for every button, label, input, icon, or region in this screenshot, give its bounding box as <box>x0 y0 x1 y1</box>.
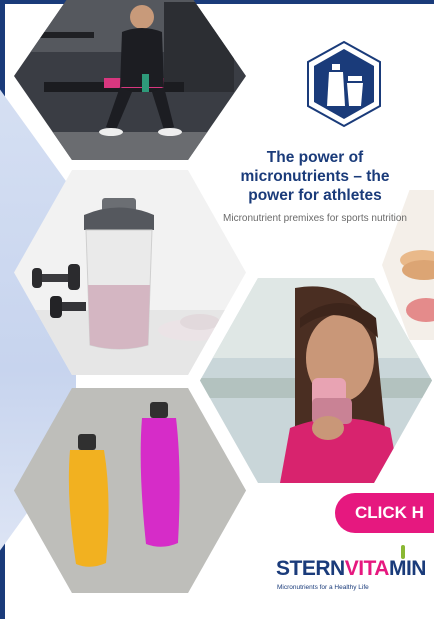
logo-part-min: MIN <box>388 557 427 580</box>
subheadline: Micronutrient premixes for sports nutrit… <box>223 213 407 224</box>
logo-wordmark: STERNVITAMIN <box>276 557 426 581</box>
logo-part-stern: STERN <box>276 557 345 580</box>
ad-banner[interactable]: The power of micronutrients – the power … <box>0 0 434 619</box>
logo-part-vita: VITA <box>344 557 390 580</box>
bottle-shaker-icon <box>307 40 381 128</box>
woman-eating-bar-photo <box>200 278 432 483</box>
athlete-gym-photo <box>14 0 246 160</box>
headline: The power of micronutrients – the power … <box>240 149 390 204</box>
click-here-button[interactable]: CLICK H <box>335 493 434 533</box>
sternvitamin-logo[interactable]: STERNVITAMIN Micronutrients for a Health… <box>276 545 426 601</box>
logo-tagline: Micronutrients for a Healthy Life <box>277 584 369 591</box>
